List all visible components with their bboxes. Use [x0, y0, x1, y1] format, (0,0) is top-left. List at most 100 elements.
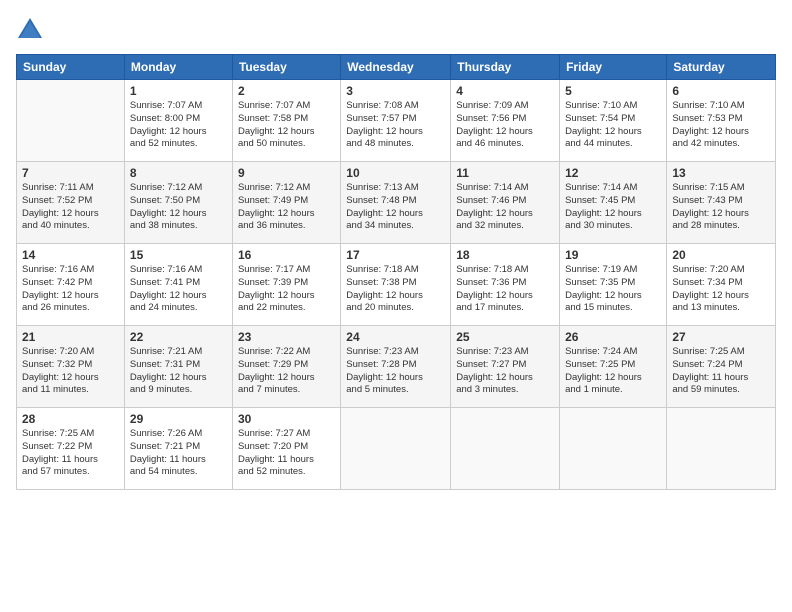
day-number: 6	[672, 84, 770, 98]
day-info: Sunrise: 7:24 AM Sunset: 7:25 PM Dayligh…	[565, 346, 661, 397]
day-info: Sunrise: 7:20 AM Sunset: 7:34 PM Dayligh…	[672, 264, 770, 315]
day-info: Sunrise: 7:15 AM Sunset: 7:43 PM Dayligh…	[672, 182, 770, 233]
day-number: 11	[456, 166, 554, 180]
day-info: Sunrise: 7:11 AM Sunset: 7:52 PM Dayligh…	[22, 182, 119, 233]
day-number: 19	[565, 248, 661, 262]
calendar-table: SundayMondayTuesdayWednesdayThursdayFrid…	[16, 54, 776, 490]
day-info: Sunrise: 7:14 AM Sunset: 7:45 PM Dayligh…	[565, 182, 661, 233]
day-number: 14	[22, 248, 119, 262]
day-number: 21	[22, 330, 119, 344]
day-number: 26	[565, 330, 661, 344]
calendar-week-row: 14 Sunrise: 7:16 AM Sunset: 7:42 PM Dayli…	[17, 244, 776, 326]
day-number: 17	[346, 248, 445, 262]
day-info: Sunrise: 7:08 AM Sunset: 7:57 PM Dayligh…	[346, 100, 445, 151]
header	[16, 16, 776, 44]
calendar-cell: 5Sunrise: 7:10 AM Sunset: 7:54 PM Daylig…	[560, 80, 667, 162]
day-number: 10	[346, 166, 445, 180]
day-number: 7	[22, 166, 119, 180]
day-info: Sunrise: 7:09 AM Sunset: 7:56 PM Dayligh…	[456, 100, 554, 151]
day-number: 27	[672, 330, 770, 344]
day-number: 29	[130, 412, 227, 426]
day-info: Sunrise: 7:14 AM Sunset: 7:46 PM Dayligh…	[456, 182, 554, 233]
calendar-cell: 19 Sunrise: 7:19 AM Sunset: 7:35 PM Dayli…	[560, 244, 667, 326]
day-info: Sunrise: 7:10 AM Sunset: 7:54 PM Dayligh…	[565, 100, 661, 151]
calendar-cell: 27 Sunrise: 7:25 AM Sunset: 7:24 PM Dayli…	[667, 326, 776, 408]
day-header: Sunday	[17, 55, 125, 80]
calendar-cell	[560, 408, 667, 490]
day-info: Sunrise: 7:22 AM Sunset: 7:29 PM Dayligh…	[238, 346, 335, 397]
calendar-cell: 1Sunrise: 7:07 AM Sunset: 8:00 PM Daylig…	[124, 80, 232, 162]
calendar-cell: 16 Sunrise: 7:17 AM Sunset: 7:39 PM Dayli…	[232, 244, 340, 326]
calendar-cell: 21 Sunrise: 7:20 AM Sunset: 7:32 PM Dayli…	[17, 326, 125, 408]
calendar-cell: 4 Sunrise: 7:09 AM Sunset: 7:56 PM Daylig…	[451, 80, 560, 162]
day-info: Sunrise: 7:07 AM Sunset: 7:58 PM Dayligh…	[238, 100, 335, 151]
calendar-cell: 24 Sunrise: 7:23 AM Sunset: 7:28 PM Dayli…	[341, 326, 451, 408]
calendar-cell	[341, 408, 451, 490]
day-number: 30	[238, 412, 335, 426]
calendar-cell: 26 Sunrise: 7:24 AM Sunset: 7:25 PM Dayli…	[560, 326, 667, 408]
calendar-cell: 29 Sunrise: 7:26 AM Sunset: 7:21 PM Dayli…	[124, 408, 232, 490]
calendar-cell: 15 Sunrise: 7:16 AM Sunset: 7:41 PM Dayli…	[124, 244, 232, 326]
calendar-week-row: 28 Sunrise: 7:25 AM Sunset: 7:22 PM Dayli…	[17, 408, 776, 490]
calendar-cell: 2 Sunrise: 7:07 AM Sunset: 7:58 PM Daylig…	[232, 80, 340, 162]
calendar-cell: 9Sunrise: 7:12 AM Sunset: 7:49 PM Daylig…	[232, 162, 340, 244]
day-number: 20	[672, 248, 770, 262]
page: SundayMondayTuesdayWednesdayThursdayFrid…	[0, 0, 792, 612]
calendar-cell: 14 Sunrise: 7:16 AM Sunset: 7:42 PM Dayli…	[17, 244, 125, 326]
calendar-cell: 28 Sunrise: 7:25 AM Sunset: 7:22 PM Dayli…	[17, 408, 125, 490]
day-number: 15	[130, 248, 227, 262]
calendar-cell: 12 Sunrise: 7:14 AM Sunset: 7:45 PM Dayli…	[560, 162, 667, 244]
calendar-cell: 23 Sunrise: 7:22 AM Sunset: 7:29 PM Dayli…	[232, 326, 340, 408]
day-header: Monday	[124, 55, 232, 80]
day-info: Sunrise: 7:20 AM Sunset: 7:32 PM Dayligh…	[22, 346, 119, 397]
day-info: Sunrise: 7:16 AM Sunset: 7:41 PM Dayligh…	[130, 264, 227, 315]
calendar-cell: 11 Sunrise: 7:14 AM Sunset: 7:46 PM Dayli…	[451, 162, 560, 244]
calendar-week-row: 7 Sunrise: 7:11 AM Sunset: 7:52 PM Daylig…	[17, 162, 776, 244]
day-info: Sunrise: 7:13 AM Sunset: 7:48 PM Dayligh…	[346, 182, 445, 233]
day-info: Sunrise: 7:21 AM Sunset: 7:31 PM Dayligh…	[130, 346, 227, 397]
calendar-week-row: 1Sunrise: 7:07 AM Sunset: 8:00 PM Daylig…	[17, 80, 776, 162]
day-info: Sunrise: 7:27 AM Sunset: 7:20 PM Dayligh…	[238, 428, 335, 479]
calendar-cell: 3Sunrise: 7:08 AM Sunset: 7:57 PM Daylig…	[341, 80, 451, 162]
calendar-cell: 22Sunrise: 7:21 AM Sunset: 7:31 PM Dayli…	[124, 326, 232, 408]
calendar-cell: 18 Sunrise: 7:18 AM Sunset: 7:36 PM Dayli…	[451, 244, 560, 326]
day-info: Sunrise: 7:23 AM Sunset: 7:28 PM Dayligh…	[346, 346, 445, 397]
calendar-cell	[667, 408, 776, 490]
day-info: Sunrise: 7:25 AM Sunset: 7:24 PM Dayligh…	[672, 346, 770, 397]
day-info: Sunrise: 7:25 AM Sunset: 7:22 PM Dayligh…	[22, 428, 119, 479]
calendar-cell: 20 Sunrise: 7:20 AM Sunset: 7:34 PM Dayli…	[667, 244, 776, 326]
calendar-week-row: 21 Sunrise: 7:20 AM Sunset: 7:32 PM Dayli…	[17, 326, 776, 408]
day-number: 25	[456, 330, 554, 344]
day-info: Sunrise: 7:18 AM Sunset: 7:36 PM Dayligh…	[456, 264, 554, 315]
day-info: Sunrise: 7:16 AM Sunset: 7:42 PM Dayligh…	[22, 264, 119, 315]
day-number: 23	[238, 330, 335, 344]
day-number: 12	[565, 166, 661, 180]
logo	[16, 16, 48, 44]
day-info: Sunrise: 7:19 AM Sunset: 7:35 PM Dayligh…	[565, 264, 661, 315]
day-info: Sunrise: 7:07 AM Sunset: 8:00 PM Dayligh…	[130, 100, 227, 151]
calendar-cell: 10 Sunrise: 7:13 AM Sunset: 7:48 PM Dayli…	[341, 162, 451, 244]
calendar-cell: 25 Sunrise: 7:23 AM Sunset: 7:27 PM Dayli…	[451, 326, 560, 408]
day-header: Thursday	[451, 55, 560, 80]
day-info: Sunrise: 7:10 AM Sunset: 7:53 PM Dayligh…	[672, 100, 770, 151]
calendar-cell: 17 Sunrise: 7:18 AM Sunset: 7:38 PM Dayli…	[341, 244, 451, 326]
day-info: Sunrise: 7:18 AM Sunset: 7:38 PM Dayligh…	[346, 264, 445, 315]
logo-icon	[16, 16, 44, 44]
day-info: Sunrise: 7:23 AM Sunset: 7:27 PM Dayligh…	[456, 346, 554, 397]
day-number: 13	[672, 166, 770, 180]
calendar-cell: 13 Sunrise: 7:15 AM Sunset: 7:43 PM Dayli…	[667, 162, 776, 244]
day-number: 8	[130, 166, 227, 180]
day-info: Sunrise: 7:26 AM Sunset: 7:21 PM Dayligh…	[130, 428, 227, 479]
day-number: 16	[238, 248, 335, 262]
day-number: 28	[22, 412, 119, 426]
day-number: 2	[238, 84, 335, 98]
day-number: 24	[346, 330, 445, 344]
day-number: 4	[456, 84, 554, 98]
calendar-cell	[451, 408, 560, 490]
calendar-cell	[17, 80, 125, 162]
day-header: Wednesday	[341, 55, 451, 80]
calendar-cell: 8Sunrise: 7:12 AM Sunset: 7:50 PM Daylig…	[124, 162, 232, 244]
day-info: Sunrise: 7:17 AM Sunset: 7:39 PM Dayligh…	[238, 264, 335, 315]
day-number: 18	[456, 248, 554, 262]
calendar-cell: 7 Sunrise: 7:11 AM Sunset: 7:52 PM Daylig…	[17, 162, 125, 244]
